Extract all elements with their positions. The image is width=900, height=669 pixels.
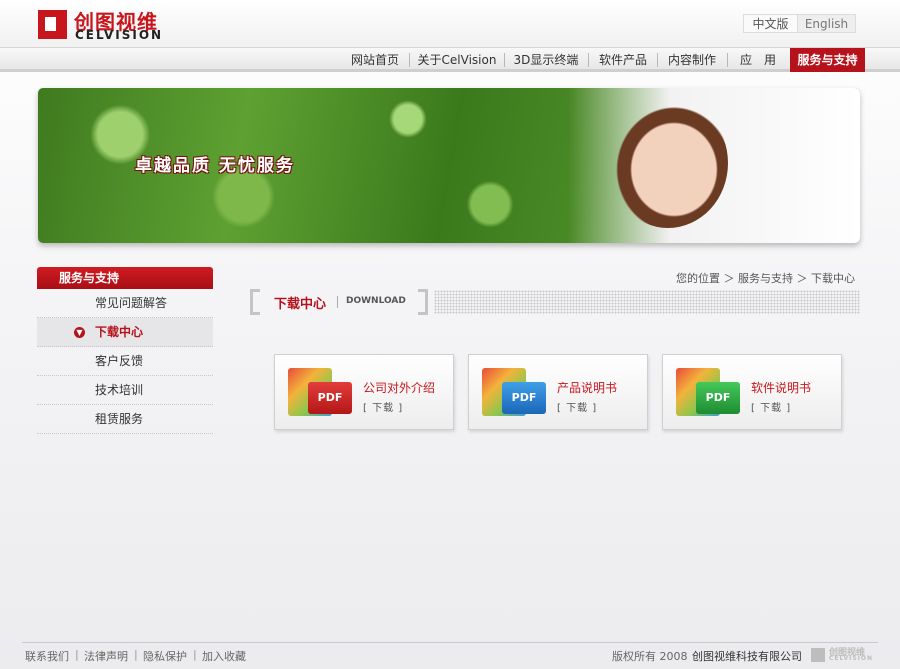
breadcrumb: 您的位置 ＞ 服务与支持 ＞ 下载中心 — [676, 272, 855, 285]
download-link[interactable]: [ 下载 ] — [751, 399, 791, 414]
footer-copyright: 版权所有 2008 — [612, 650, 688, 663]
sidebar-item-label: 常见问题解答 — [95, 296, 168, 310]
download-title[interactable]: 公司对外介绍 — [363, 379, 435, 396]
footer-link-contact[interactable]: 联系我们 — [25, 648, 69, 664]
footer-separator: | — [134, 648, 138, 661]
sidebar-title: 服务与支持 — [37, 267, 213, 289]
lang-english-button[interactable]: English — [797, 14, 856, 33]
download-title[interactable]: 软件说明书 — [751, 379, 811, 396]
pdf-icon: PDF — [676, 368, 742, 416]
footer-logo: 创图视维 CELVISION — [811, 646, 877, 664]
lang-chinese-button[interactable]: 中文版 — [743, 14, 797, 33]
sidebar-item-label: 下载中心 — [95, 325, 144, 339]
chevron-down-icon: ▼ — [74, 327, 85, 338]
nav-item-home[interactable]: 网站首页 — [346, 48, 404, 72]
footer-divider — [22, 642, 878, 643]
section-title-divider — [337, 296, 338, 308]
sidebar-item-rental[interactable]: 租赁服务 — [37, 405, 213, 434]
section-title-cn: 下载中心 — [274, 297, 327, 312]
nav-divider — [588, 53, 589, 67]
footer-separator: | — [75, 648, 79, 661]
bracket-right-icon — [418, 289, 428, 315]
logo-mark-icon — [38, 10, 67, 39]
nav-divider — [657, 53, 658, 67]
nav-item-content[interactable]: 内容制作 — [663, 48, 721, 72]
sidebar-item-training[interactable]: 技术培训 — [37, 376, 213, 405]
pdf-icon: PDF — [482, 368, 548, 416]
banner-portrait — [608, 98, 728, 228]
footer-link-bookmark[interactable]: 加入收藏 — [202, 648, 246, 664]
download-link[interactable]: [ 下载 ] — [557, 399, 597, 414]
pdf-label: PDF — [308, 382, 352, 414]
nav-item-3d-display[interactable]: 3D显示终端 — [510, 48, 582, 72]
banner-slogan: 卓越品质 无忧服务 — [135, 156, 295, 176]
download-link[interactable]: [ 下载 ] — [363, 399, 403, 414]
footer-separator: | — [193, 648, 197, 661]
sidebar-item-faq[interactable]: 常见问题解答 — [37, 289, 213, 318]
hero-banner: 卓越品质 无忧服务 — [38, 88, 860, 243]
pdf-label: PDF — [502, 382, 546, 414]
footer-link-legal[interactable]: 法律声明 — [84, 648, 128, 664]
pdf-label: PDF — [696, 382, 740, 414]
nav-item-about[interactable]: 关于CelVision — [415, 48, 499, 72]
sidebar-item-label: 技术培训 — [95, 383, 144, 397]
sidebar-item-label: 客户反馈 — [95, 354, 144, 368]
nav-divider — [727, 53, 728, 67]
download-card-product-manual[interactable]: PDF 产品说明书 [ 下载 ] — [468, 354, 648, 430]
footer-company: 创图视维科技有限公司 — [692, 650, 802, 663]
nav-divider — [409, 53, 410, 67]
download-title[interactable]: 产品说明书 — [557, 379, 617, 396]
section-header: 下载中心 DOWNLOAD — [250, 289, 860, 315]
section-title-en: DOWNLOAD — [346, 296, 406, 306]
nav-item-software[interactable]: 软件产品 — [594, 48, 652, 72]
nav-divider — [504, 53, 505, 67]
download-card-software-manual[interactable]: PDF 软件说明书 [ 下载 ] — [662, 354, 842, 430]
pdf-icon: PDF — [288, 368, 354, 416]
download-card-company-intro[interactable]: PDF 公司对外介绍 [ 下载 ] — [274, 354, 454, 430]
footer-link-privacy[interactable]: 隐私保护 — [143, 648, 187, 664]
sidebar-item-download[interactable]: ▼ 下载中心 — [37, 318, 213, 347]
footer-logo-mark-icon — [811, 648, 825, 662]
logo-text-en: CELVISION — [75, 28, 164, 42]
footer-logo-en: CELVISION — [829, 655, 874, 662]
site-header: 创图视维 CELVISION 中文版 English — [0, 0, 900, 48]
section-dotted-rule — [434, 290, 860, 314]
nav-item-application[interactable]: 应 用 — [733, 48, 783, 72]
bracket-left-icon — [250, 289, 260, 315]
sidebar-item-feedback[interactable]: 客户反馈 — [37, 347, 213, 376]
main-nav: 网站首页 关于CelVision 3D显示终端 软件产品 内容制作 应 用 服务… — [0, 48, 900, 72]
nav-item-service-support[interactable]: 服务与支持 — [790, 48, 865, 72]
sidebar-item-label: 租赁服务 — [95, 412, 144, 426]
